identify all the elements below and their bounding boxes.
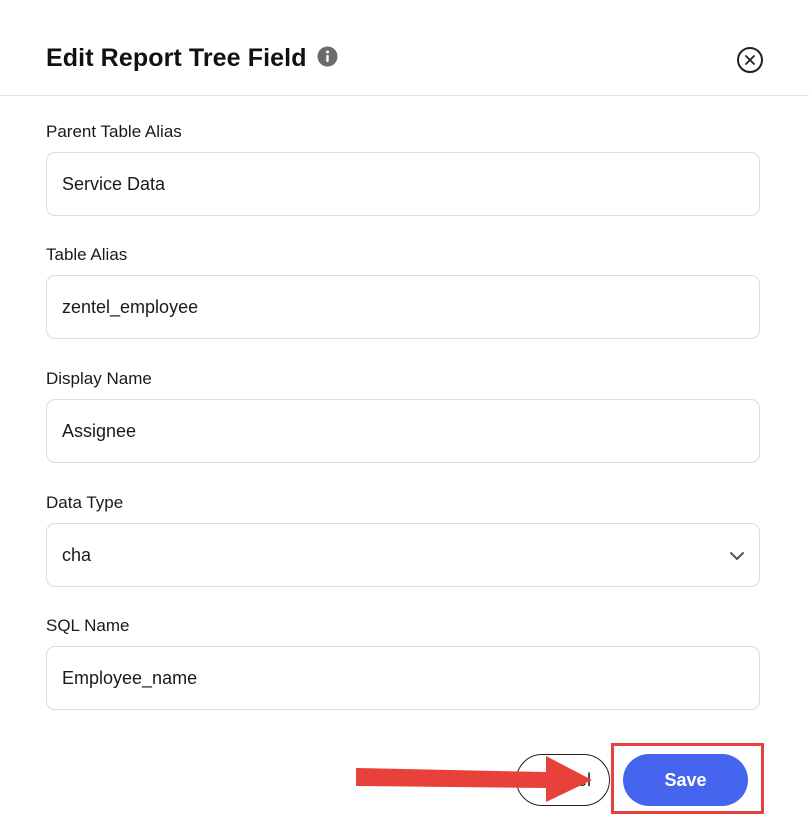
cancel-button[interactable]: Cancel	[516, 754, 610, 806]
info-icon[interactable]	[317, 45, 338, 67]
display-name-input[interactable]	[62, 400, 702, 462]
edit-report-tree-field-dialog: Edit Report Tree Field Parent Table Alia…	[0, 0, 809, 834]
data-type-select[interactable]: cha	[46, 523, 760, 587]
chevron-down-icon	[730, 552, 744, 560]
close-button[interactable]	[737, 47, 763, 73]
save-button[interactable]: Save	[623, 754, 748, 806]
sql-name-input[interactable]	[62, 647, 702, 709]
display-name-label: Display Name	[46, 369, 152, 388]
data-type-value: cha	[62, 545, 92, 565]
dialog-title-wrap: Edit Report Tree Field	[46, 44, 338, 73]
dialog-title: Edit Report Tree Field	[46, 44, 307, 72]
parent-table-alias-input[interactable]	[62, 153, 702, 215]
parent-table-alias-field-wrap	[46, 152, 760, 216]
close-icon	[745, 55, 755, 65]
dialog-header: Edit Report Tree Field	[0, 0, 809, 96]
table-alias-field-wrap	[46, 275, 760, 339]
display-name-field-wrap	[46, 399, 760, 463]
table-alias-input[interactable]	[62, 276, 702, 338]
data-type-label: Data Type	[46, 493, 124, 512]
sql-name-field-wrap	[46, 646, 760, 710]
parent-table-alias-label: Parent Table Alias	[46, 122, 182, 141]
sql-name-label: SQL Name	[46, 616, 130, 635]
table-alias-label: Table Alias	[46, 245, 128, 264]
